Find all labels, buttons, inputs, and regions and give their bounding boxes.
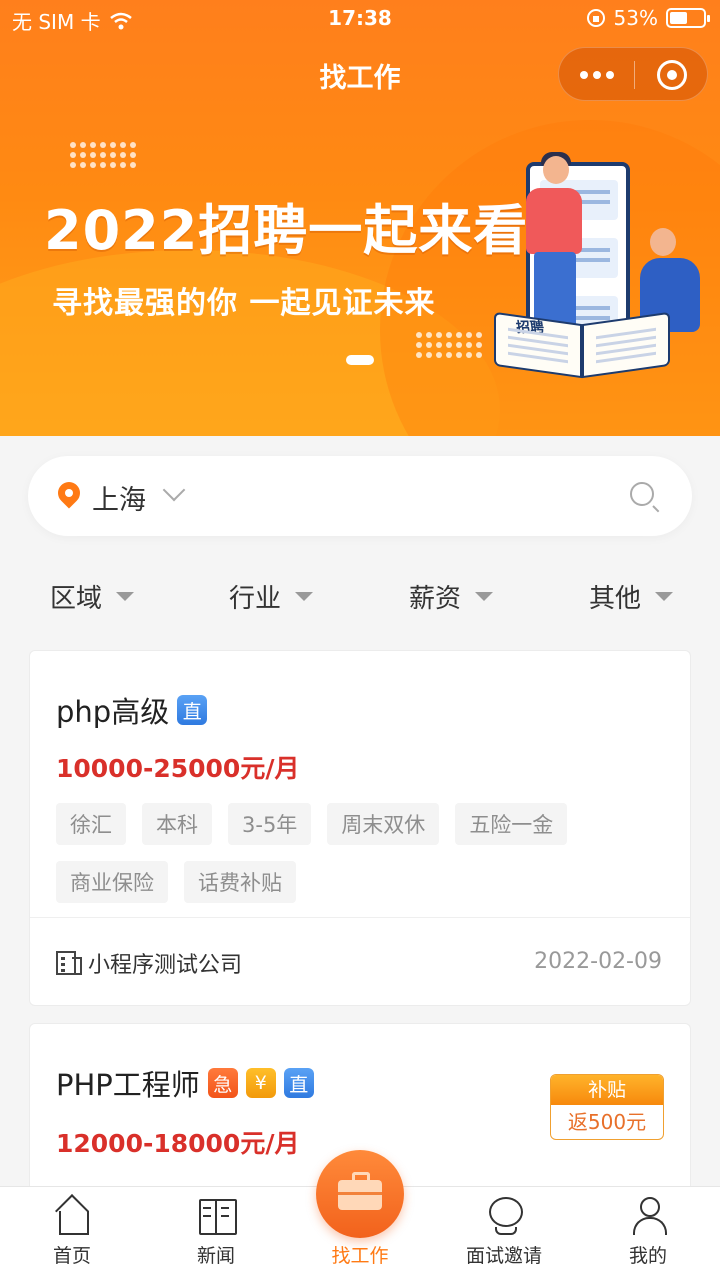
chevron-down-icon[interactable] (162, 478, 186, 502)
filter-bar: 区域 行业 薪资 其他 (0, 572, 720, 618)
briefcase-icon (338, 1172, 382, 1210)
banner-subtitle: 寻找最强的你 一起见证未来 (52, 286, 436, 321)
money-badge: ¥ (245, 1068, 276, 1098)
job-title: php高级 (56, 695, 170, 729)
banner-title: 2022招聘一起来看 (44, 199, 529, 262)
job-salary: 10000-25000元/月 (56, 754, 300, 783)
city-selector[interactable]: 上海 (92, 478, 146, 517)
news-icon (197, 1195, 237, 1235)
header-banner-area: 无 SIM 卡 17:38 53% 找工作 2022招聘一起来看 寻找最强的你 … (0, 0, 720, 436)
job-tag: 话费补贴 (184, 861, 296, 903)
job-tag: 徐汇 (56, 803, 126, 845)
filter-region[interactable]: 区域 (50, 578, 135, 615)
search-bar[interactable]: 上海 (28, 456, 692, 536)
job-title: PHP工程师 (56, 1068, 200, 1102)
direct-hire-badge: 直 (177, 695, 208, 725)
battery-percent: 53% (613, 6, 658, 30)
dropdown-arrow-icon (116, 592, 135, 601)
post-date: 2022-02-09 (534, 949, 662, 974)
job-tag: 3-5年 (228, 803, 312, 845)
card-divider (30, 917, 690, 918)
battery-icon (666, 8, 710, 28)
search-icon[interactable] (630, 482, 654, 506)
tab-profile[interactable]: 我的 (598, 1195, 698, 1268)
job-tag: 本科 (142, 803, 212, 845)
close-miniprogram-icon[interactable] (657, 60, 687, 90)
dot-pattern (416, 332, 482, 358)
tab-news[interactable]: 新闻 (166, 1195, 266, 1268)
tab-label: 首页 (52, 1245, 91, 1267)
job-tag: 商业保险 (56, 861, 168, 903)
orientation-lock-icon (586, 9, 605, 27)
job-card[interactable]: php高级 直 10000-25000元/月 徐汇 本科 3-5年 周末双休 五… (29, 650, 691, 1006)
book-illustration: 招聘 (494, 311, 670, 379)
filter-other[interactable]: 其他 (589, 578, 674, 615)
urgent-badge: 急 (207, 1068, 238, 1098)
subsidy-label: 补贴 (551, 1075, 663, 1105)
job-title-row: PHP工程师 急 ¥ 直 (56, 1062, 314, 1104)
company-row: 小程序测试公司 (56, 947, 242, 979)
company-name: 小程序测试公司 (88, 953, 243, 978)
dropdown-arrow-icon (475, 592, 494, 601)
dropdown-arrow-icon (655, 592, 674, 601)
filter-label: 薪资 (409, 584, 462, 614)
interview-icon (485, 1195, 523, 1235)
dot-pattern (70, 142, 136, 168)
filter-label: 行业 (229, 584, 282, 614)
profile-icon (629, 1195, 667, 1235)
recruitment-illustration: 招聘 (490, 150, 720, 390)
job-title-row: php高级 直 (56, 689, 208, 731)
location-pin-icon (53, 477, 85, 509)
job-tags: 徐汇 本科 3-5年 周末双休 五险一金 商业保险 话费补贴 (56, 803, 676, 903)
more-button[interactable] (559, 48, 634, 102)
subsidy-badge: 补贴 返500元 (550, 1074, 664, 1140)
tab-label: 我的 (628, 1245, 667, 1267)
filter-label: 区域 (50, 584, 103, 614)
direct-hire-badge: 直 (283, 1068, 314, 1098)
subsidy-value: 返500元 (567, 1110, 647, 1134)
job-tag: 周末双休 (327, 803, 440, 845)
tab-interview-invitations[interactable]: 面试邀请 (454, 1195, 554, 1268)
mini-program-capsule (558, 47, 708, 101)
filter-salary[interactable]: 薪资 (409, 578, 494, 615)
find-job-fab[interactable] (316, 1150, 404, 1238)
filter-industry[interactable]: 行业 (229, 578, 314, 615)
job-tag: 五险一金 (455, 803, 568, 845)
tab-label: 面试邀请 (465, 1245, 542, 1267)
tab-label: 新闻 (196, 1245, 235, 1267)
filter-label: 其他 (589, 584, 642, 614)
tab-home[interactable]: 首页 (22, 1195, 122, 1268)
dropdown-arrow-icon (295, 592, 314, 601)
job-salary: 12000-18000元/月 (56, 1129, 300, 1158)
building-icon (56, 951, 82, 975)
status-bar: 无 SIM 卡 17:38 53% (0, 0, 720, 36)
tab-label: 找工作 (331, 1245, 389, 1267)
carousel-indicator[interactable] (346, 355, 374, 365)
home-icon (53, 1195, 91, 1235)
capsule-divider (634, 61, 635, 89)
